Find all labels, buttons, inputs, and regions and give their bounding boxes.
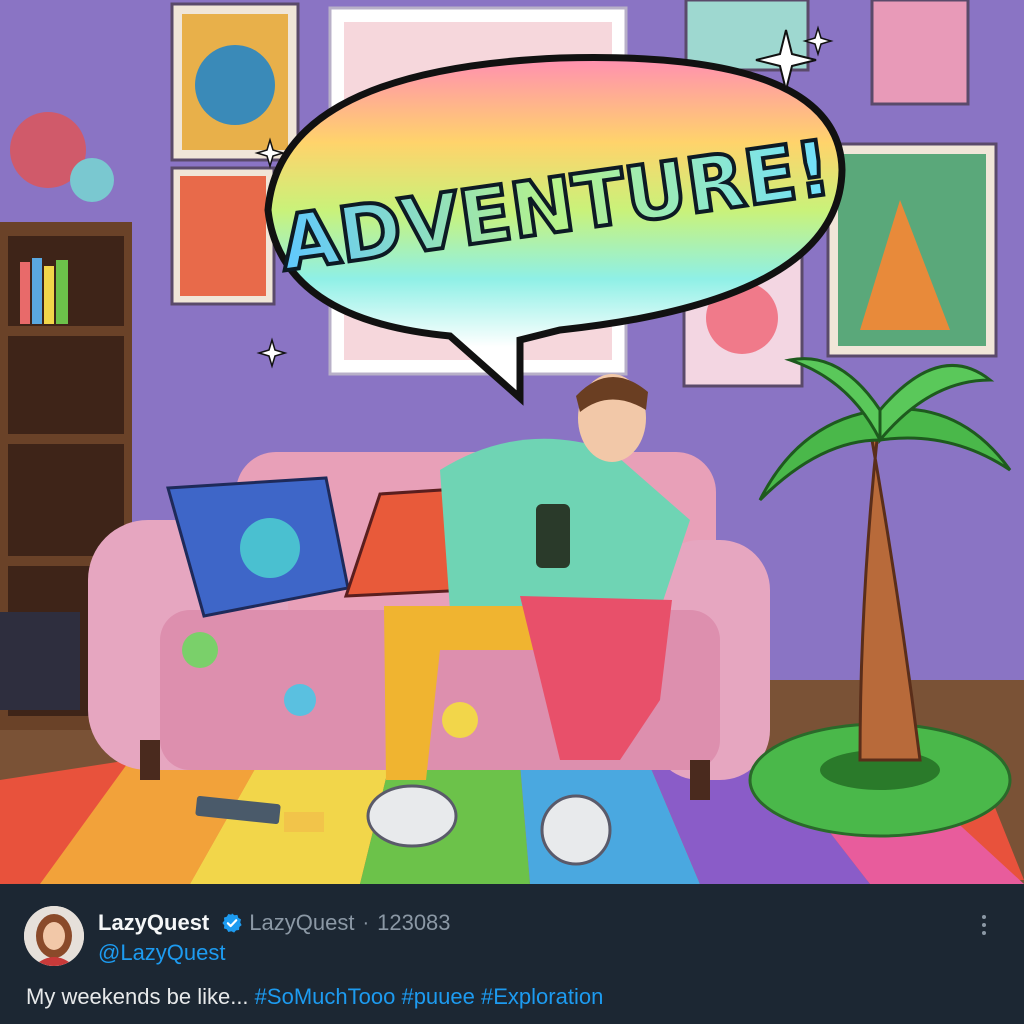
more-vertical-icon[interactable] bbox=[970, 910, 998, 940]
post-footer: LazyQuest LazyQuest · 123083 @LazyQuest … bbox=[0, 884, 1024, 1024]
avatar-image bbox=[24, 906, 84, 966]
verified-badge-icon bbox=[222, 913, 242, 933]
hashtag-link[interactable]: #puuee bbox=[401, 984, 474, 1009]
author-row: LazyQuest LazyQuest · 123083 bbox=[98, 908, 451, 938]
poster bbox=[870, 0, 970, 106]
post-image[interactable]: ADVENTURE! bbox=[0, 0, 1024, 884]
avatar[interactable] bbox=[24, 906, 84, 966]
hashtag-link[interactable]: #Exploration bbox=[481, 984, 603, 1009]
handle[interactable]: @LazyQuest bbox=[98, 940, 226, 966]
post-text: My weekends be like... #SoMuchTooo #puue… bbox=[26, 984, 603, 1010]
post-text-plain: My weekends be like... bbox=[26, 984, 255, 1009]
handle-inline[interactable]: LazyQuest bbox=[249, 910, 354, 936]
post-card: ADVENTURE! LazyQuest LazyQuest · 123083 … bbox=[0, 0, 1024, 1024]
hashtag-link[interactable]: #SoMuchTooo bbox=[255, 984, 396, 1009]
illustration-svg: ADVENTURE! bbox=[0, 0, 1024, 884]
display-name[interactable]: LazyQuest bbox=[98, 910, 209, 936]
separator-dot: · bbox=[362, 911, 370, 934]
post-stamp[interactable]: 123083 bbox=[377, 910, 450, 936]
